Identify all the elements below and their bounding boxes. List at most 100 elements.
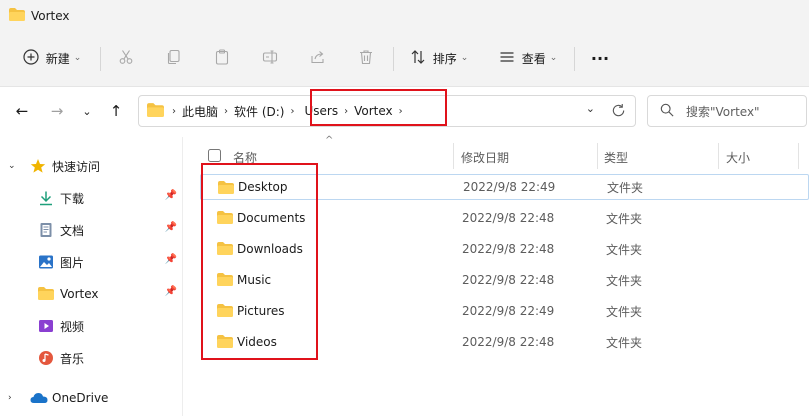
back-button[interactable]: ← [11,100,33,122]
breadcrumb-separator-icon: › [290,105,295,117]
breadcrumb-separator-icon: › [224,105,229,117]
sort-button-label: 排序 [432,51,457,66]
file-modified: 2022/9/8 22:48 [462,273,555,287]
picture-icon [38,254,54,273]
sort-button[interactable]: 排序 ⌄ [406,42,472,74]
checkbox-icon [208,149,221,165]
sidebar-item-vortex[interactable]: Vortex 📌 [0,280,183,308]
folder-icon [217,211,233,227]
sidebar-item-documents[interactable]: 文档 📌 [0,216,183,244]
more-options-button[interactable]: ··· [588,42,612,74]
chevron-down-icon: ⌄ [549,53,558,63]
address-bar[interactable]: › 此电脑 › 软件 (D:) › Users › Vortex › ⌄ [138,95,636,127]
breadcrumb-this-pc[interactable]: 此电脑 [182,103,218,120]
breadcrumb-users[interactable]: Users [304,104,338,118]
view-button-label: 查看 [521,51,546,66]
sidebar-item-label: 下载 [60,191,85,206]
column-divider[interactable] [597,143,598,169]
column-divider[interactable] [718,143,719,169]
paste-button[interactable] [208,42,236,74]
folder-icon [217,304,233,320]
sidebar-item-downloads[interactable]: 下载 📌 [0,184,183,212]
column-divider[interactable] [798,143,799,169]
pin-icon[interactable]: 📌 [165,286,177,297]
file-modified: 2022/9/8 22:49 [463,180,556,194]
pin-icon[interactable]: 📌 [165,190,177,201]
window-title: Vortex [31,9,70,23]
star-icon [30,158,46,177]
rename-icon [262,49,278,68]
new-button[interactable]: 新建 ⌄ [14,42,90,74]
share-button[interactable] [304,42,332,74]
forward-button[interactable]: → [46,100,68,122]
refresh-button[interactable] [607,101,629,123]
folder-icon [218,181,234,197]
forward-arrow-icon: → [50,102,64,120]
column-header-name[interactable]: 名称 [233,145,257,169]
column-header-size[interactable]: 大小 [726,145,750,169]
clipboard-icon [214,48,230,68]
refresh-icon [611,103,626,122]
file-type: 文件夹 [606,273,643,288]
chevron-right-icon[interactable]: › [8,393,12,403]
file-name: Documents [237,211,306,225]
file-name: Downloads [237,242,303,256]
file-modified: 2022/9/8 22:48 [462,242,555,256]
sidebar-item-onedrive[interactable]: › OneDrive [0,384,183,412]
sidebar-item-pictures[interactable]: 图片 📌 [0,248,183,276]
folder-icon [217,242,233,258]
table-row[interactable]: Documents 2022/9/8 22:48 文件夹 [200,205,809,231]
search-input[interactable]: 搜索"Vortex" [647,95,807,127]
file-name: Desktop [238,180,288,194]
breadcrumb-separator-icon: › [398,105,403,117]
file-name: Videos [237,335,277,349]
table-row[interactable]: Music 2022/9/8 22:48 文件夹 [200,267,809,293]
navigation-pane: ⌄ 快速访问 下载 📌 文档 📌 图片 📌 Vortex 📌 视频 音乐 › O… [0,137,183,416]
folder-icon [9,8,25,24]
sidebar-item-music[interactable]: 音乐 [0,344,183,372]
sort-icon [410,49,426,68]
plus-circle-icon [23,48,39,68]
breadcrumb-drive-d[interactable]: 软件 (D:) [234,103,284,120]
up-button[interactable]: ↑ [105,100,127,122]
select-all-checkbox[interactable] [208,145,221,169]
table-row[interactable]: Pictures 2022/9/8 22:49 文件夹 [200,298,809,324]
rename-button[interactable] [256,42,284,74]
list-view-icon [499,49,515,68]
download-icon [38,190,54,209]
sidebar-item-label: OneDrive [52,391,109,405]
folder-icon [217,273,233,289]
table-row[interactable]: Downloads 2022/9/8 22:48 文件夹 [200,236,809,262]
column-header-modified[interactable]: 修改日期 [461,145,509,169]
folder-icon [147,102,164,120]
breadcrumb-vortex[interactable]: Vortex [354,104,393,118]
scissors-icon [118,49,134,68]
new-button-label: 新建 [45,51,70,66]
breadcrumb-separator-icon: › [344,105,349,117]
sidebar-item-videos[interactable]: 视频 [0,312,183,340]
back-arrow-icon: ← [15,102,29,120]
recent-locations-button[interactable]: ⌄ [76,100,98,122]
document-icon [38,222,54,241]
file-type: 文件夹 [606,335,643,350]
view-button[interactable]: 查看 ⌄ [494,42,562,74]
address-dropdown-icon[interactable]: ⌄ [586,102,595,115]
file-type: 文件夹 [606,304,643,319]
pin-icon[interactable]: 📌 [165,222,177,233]
sidebar-item-label: 快速访问 [52,159,101,174]
delete-button[interactable] [352,42,380,74]
chevron-down-icon: ⌄ [82,104,92,118]
column-divider[interactable] [453,143,454,169]
music-icon [38,350,54,369]
table-row[interactable]: Desktop 2022/9/8 22:49 文件夹 [200,174,809,200]
copy-button[interactable] [160,42,188,74]
pin-icon[interactable]: 📌 [165,254,177,265]
column-header-type[interactable]: 类型 [604,145,628,169]
cut-button[interactable] [112,42,140,74]
table-row[interactable]: Videos 2022/9/8 22:48 文件夹 [200,329,809,355]
chevron-down-icon: ⌄ [73,53,82,63]
sidebar-item-label: 图片 [60,255,85,270]
onedrive-cloud-icon [30,392,48,407]
chevron-down-icon[interactable]: ⌄ [8,161,16,171]
sidebar-item-quick-access[interactable]: ⌄ 快速访问 [0,152,183,180]
